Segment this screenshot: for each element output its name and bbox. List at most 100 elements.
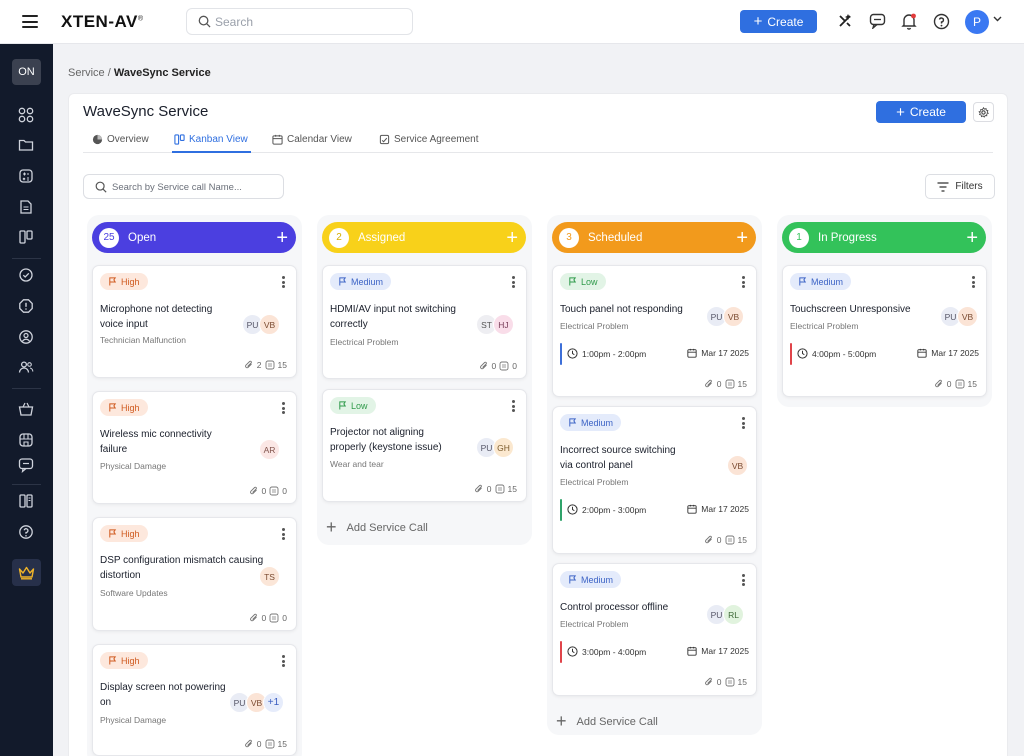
more-options-icon[interactable] (282, 528, 285, 542)
card-category: Physical Damage (100, 461, 167, 471)
plus-icon: + (556, 711, 567, 731)
tab-kanban-view[interactable]: Kanban View (174, 134, 248, 145)
basket-icon[interactable] (17, 400, 35, 418)
service-call-card[interactable]: Low Projector not aligning properly (key… (322, 389, 527, 502)
add-card-plus-icon[interactable]: + (966, 228, 978, 248)
card-footer: 0 0 (479, 361, 517, 371)
card-title: Microphone not detecting voice input (100, 304, 213, 330)
column-count: 1 (789, 227, 809, 248)
avatar[interactable]: VB (727, 455, 748, 476)
service-call-search-input[interactable] (112, 179, 277, 195)
card-footer: 0 15 (244, 739, 287, 749)
add-service-call-button[interactable]: + Add Service Call (556, 711, 658, 732)
tab-overview[interactable]: Overview (92, 134, 149, 145)
column-header-assigned: 2 Assigned + (322, 222, 526, 253)
paperclip-icon (249, 486, 257, 495)
more-assignees-badge[interactable]: +1 (263, 692, 284, 713)
users-icon[interactable] (17, 358, 35, 376)
more-options-icon[interactable] (742, 417, 745, 431)
global-search-input[interactable] (215, 13, 405, 31)
help-circle-icon[interactable] (17, 523, 35, 541)
clock-icon (567, 646, 578, 657)
add-card-plus-icon[interactable]: + (736, 228, 748, 248)
column-header-scheduled: 3 Scheduled + (552, 222, 756, 253)
service-call-card[interactable]: Medium Touchscreen Unresponsive Electric… (782, 265, 987, 397)
service-call-card[interactable]: High Display screen not powering on Phys… (92, 644, 297, 756)
message-icon[interactable] (17, 456, 35, 474)
app-logo[interactable]: XTEN-AV® (61, 12, 144, 32)
avatar[interactable]: VB (957, 306, 978, 327)
card-title: Touch panel not responding (560, 304, 683, 315)
filters-button[interactable]: Filters (925, 174, 995, 199)
calendar-icon (272, 134, 283, 145)
more-options-icon[interactable] (282, 655, 285, 669)
service-call-card[interactable]: Low Touch panel not responding Electrica… (552, 265, 757, 397)
more-options-icon[interactable] (282, 276, 285, 290)
service-call-card[interactable]: Medium HDMI/AV input not switching corre… (322, 265, 527, 379)
kanban-board-icon[interactable] (17, 228, 35, 246)
column-count: 2 (329, 227, 349, 248)
service-call-card[interactable]: Medium Control processor offline Electri… (552, 563, 757, 696)
schedule-row: 3:00pm - 4:00pm Mar 17 2025 (560, 641, 752, 663)
create-button-top[interactable]: + Create (740, 10, 817, 33)
store-icon[interactable] (17, 431, 35, 449)
comment-icon (269, 486, 279, 496)
card-title: Display screen not powering on (100, 682, 226, 708)
chevron-down-icon[interactable] (993, 16, 1002, 22)
more-options-icon[interactable] (742, 276, 745, 290)
avatar[interactable]: VB (259, 314, 280, 335)
hamburger-menu-icon[interactable] (22, 15, 38, 28)
service-call-search[interactable] (83, 174, 284, 199)
dashboard-icon[interactable] (17, 106, 35, 124)
premium-crown-button[interactable] (12, 559, 41, 586)
card-title: HDMI/AV input not switching correctly (330, 304, 456, 330)
user-avatar[interactable]: P (965, 10, 989, 34)
add-card-plus-icon[interactable]: + (506, 228, 518, 248)
calculator-icon[interactable] (17, 167, 35, 185)
schedule-date: Mar 17 2025 (701, 504, 749, 514)
avatar[interactable]: RL (723, 604, 744, 625)
avatar[interactable]: AR (259, 439, 280, 460)
schedule-row: 4:00pm - 5:00pm Mar 17 2025 (790, 343, 982, 365)
avatar[interactable]: HJ (493, 314, 514, 335)
settings-button[interactable] (973, 102, 994, 122)
card-category: Technician Malfunction (100, 335, 186, 345)
calendar-icon (917, 348, 927, 358)
user-circle-icon[interactable] (17, 328, 35, 346)
gear-icon (978, 106, 989, 118)
notification-bell-icon[interactable] (900, 12, 918, 30)
document-icon[interactable] (17, 198, 35, 216)
check-circle-icon[interactable] (17, 266, 35, 284)
service-call-card[interactable]: Medium Incorrect source switching via co… (552, 406, 757, 554)
card-title: Control processor offline (560, 602, 669, 613)
breadcrumb-parent[interactable]: Service (68, 67, 105, 79)
service-call-card[interactable]: High DSP configuration mismatch causing … (92, 517, 297, 631)
assignee-avatars: VB (727, 455, 748, 476)
global-search[interactable] (186, 8, 413, 35)
create-button[interactable]: + Create (876, 101, 966, 123)
card-footer: 2 15 (244, 360, 287, 370)
more-options-icon[interactable] (282, 402, 285, 416)
avatar[interactable]: GH (493, 437, 514, 458)
chat-icon[interactable] (868, 12, 886, 30)
folder-icon[interactable] (17, 136, 35, 154)
more-options-icon[interactable] (512, 276, 515, 290)
more-options-icon[interactable] (512, 400, 515, 414)
tab-calendar-view[interactable]: Calendar View (272, 134, 352, 145)
tools-icon[interactable] (836, 12, 854, 30)
add-service-call-button[interactable]: + Add Service Call (326, 517, 428, 538)
service-call-card[interactable]: High Wireless mic connectivity failure P… (92, 391, 297, 504)
alert-octagon-icon[interactable] (17, 297, 35, 315)
more-options-icon[interactable] (742, 574, 745, 588)
add-card-plus-icon[interactable]: + (276, 228, 288, 248)
comment-icon (265, 739, 274, 749)
status-badge[interactable]: ON (12, 59, 41, 85)
tab-service-agreement[interactable]: Service Agreement (379, 134, 479, 145)
book-icon[interactable] (17, 492, 35, 510)
avatar[interactable]: TS (259, 566, 280, 587)
service-call-card[interactable]: High Microphone not detecting voice inpu… (92, 265, 297, 378)
avatar[interactable]: VB (723, 306, 744, 327)
help-icon[interactable] (932, 12, 950, 30)
more-options-icon[interactable] (972, 276, 975, 290)
schedule-color-bar (560, 499, 562, 521)
